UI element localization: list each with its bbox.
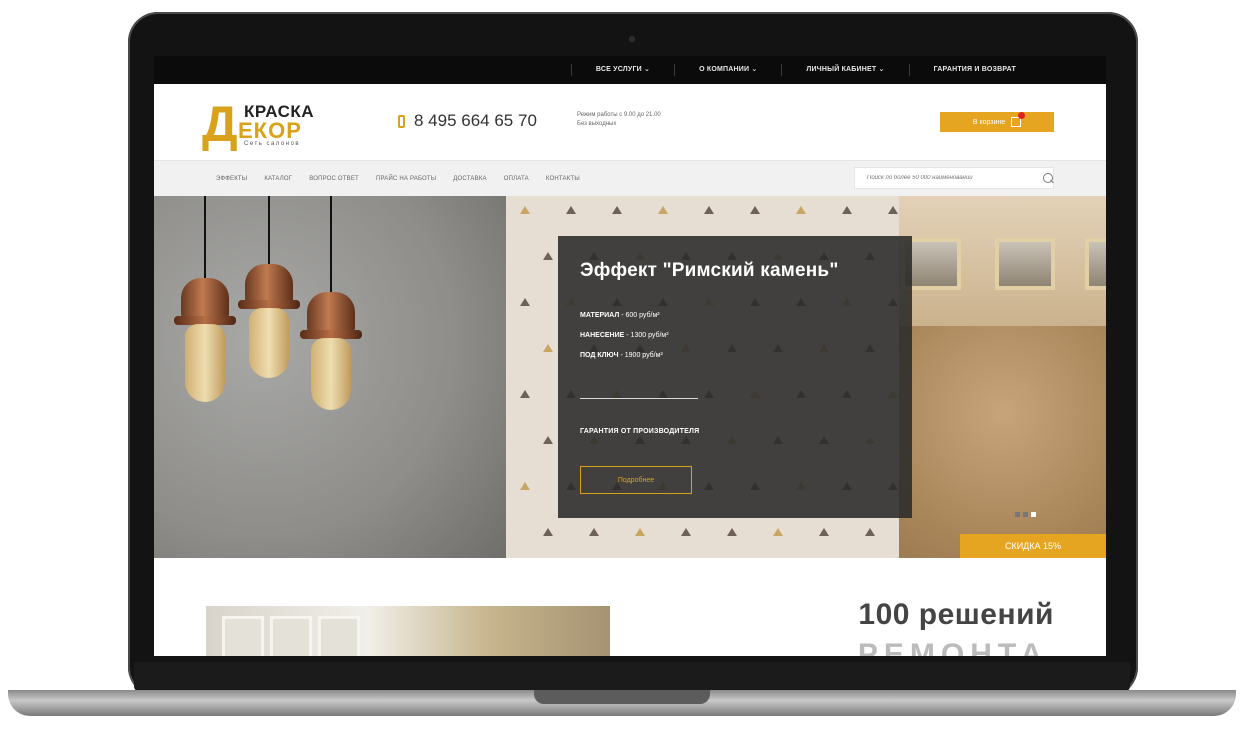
- shopping-bag-icon: [1011, 112, 1026, 127]
- triangle-ornament: [635, 528, 645, 536]
- triangle-ornament: [773, 528, 783, 536]
- triangle-ornament: [520, 390, 530, 398]
- laptop-bezel: [134, 662, 1130, 692]
- triangle-ornament: [727, 528, 737, 536]
- nav-faq[interactable]: ВОПРОС ОТВЕТ: [309, 176, 359, 182]
- phone-number[interactable]: 8 495 664 65 70: [414, 111, 537, 131]
- triangle-ornament: [704, 206, 714, 214]
- discount-badge: СКИДКА 15%: [960, 534, 1106, 558]
- triangle-ornament: [520, 206, 530, 214]
- triangle-ornament: [543, 252, 553, 260]
- section-heading: 100 решений: [858, 598, 1054, 631]
- search-input[interactable]: [855, 174, 1040, 182]
- topnav-all-services[interactable]: ВСЕ УСЛУГИ ⌄: [570, 64, 674, 76]
- picture-frame: [1085, 238, 1106, 290]
- camera-dot: [629, 36, 635, 42]
- website-screen: ВСЕ УСЛУГИ ⌄ О КОМПАНИИ ⌄ ЛИЧНЫЙ КАБИНЕТ…: [154, 56, 1106, 656]
- triangle-ornament: [520, 482, 530, 490]
- phone-block: 8 495 664 65 70: [398, 111, 537, 131]
- search-icon[interactable]: [1043, 173, 1053, 183]
- nav-delivery[interactable]: ДОСТАВКА: [453, 176, 486, 182]
- logo[interactable]: Д КРАСКА ЕКОР Сеть салонов: [202, 98, 332, 150]
- triangle-ornament: [865, 528, 875, 536]
- slider-dot-active[interactable]: [1031, 512, 1036, 517]
- picture-frame: [995, 238, 1055, 290]
- nav-payment[interactable]: ОПЛАТА: [504, 176, 529, 182]
- slider-dots: [1012, 512, 1036, 517]
- site-header: Д КРАСКА ЕКОР Сеть салонов 8 495 664 65 …: [154, 84, 1106, 160]
- laptop-notch: [534, 690, 710, 704]
- triangle-ornament: [681, 528, 691, 536]
- promo-guarantee: ГАРАНТИЯ ОТ ПРОИЗВОДИТЕЛЯ: [580, 428, 700, 435]
- triangle-ornament: [543, 528, 553, 536]
- triangle-ornament: [888, 206, 898, 214]
- cart-badge: [1018, 112, 1026, 119]
- promo-price-line: МАТЕРИАЛ - 600 руб/м²: [580, 312, 660, 319]
- topnav-account[interactable]: ЛИЧНЫЙ КАБИНЕТ ⌄: [781, 64, 908, 76]
- pendant-lamps-image: [154, 196, 506, 558]
- triangle-ornament: [796, 206, 806, 214]
- triangle-ornament: [589, 528, 599, 536]
- triangle-ornament: [612, 206, 622, 214]
- logo-tagline: Сеть салонов: [244, 141, 301, 147]
- top-bar: ВСЕ УСЛУГИ ⌄ О КОМПАНИИ ⌄ ЛИЧНЫЙ КАБИНЕТ…: [154, 56, 1106, 84]
- promo-price-line: НАНЕСЕНИЕ - 1300 руб/м²: [580, 332, 669, 339]
- triangle-ornament: [520, 298, 530, 306]
- logo-letter: Д: [202, 96, 238, 152]
- top-nav: ВСЕ УСЛУГИ ⌄ О КОМПАНИИ ⌄ ЛИЧНЫЙ КАБИНЕТ…: [570, 56, 1040, 84]
- divider: [580, 398, 698, 399]
- triangle-ornament: [750, 206, 760, 214]
- nav-catalog[interactable]: КАТАЛОГ: [264, 176, 292, 182]
- nav-effects[interactable]: ЭФФЕКТЫ: [216, 176, 247, 182]
- nav-prices[interactable]: ПРАЙС НА РАБОТЫ: [376, 176, 436, 182]
- cart-label: В корзине: [972, 118, 1006, 126]
- promo-price-line: ПОД КЛЮЧ - 1900 руб/м²: [580, 352, 663, 359]
- cart-button[interactable]: В корзине: [940, 112, 1054, 132]
- hours-line2: Без выходных: [577, 121, 617, 127]
- textured-wall-image: [899, 196, 1106, 558]
- section-subheading: РЕМОНТА: [857, 638, 1048, 656]
- promo-title: Эффект "Римский камень": [580, 260, 839, 281]
- more-button[interactable]: Подробнее: [580, 466, 692, 494]
- search-box: [854, 167, 1054, 189]
- main-nav: ЭФФЕКТЫ КАТАЛОГ ВОПРОС ОТВЕТ ПРАЙС НА РА…: [154, 160, 1106, 197]
- promo-card: Эффект "Римский камень" МАТЕРИАЛ - 600 р…: [558, 236, 912, 518]
- triangle-ornament: [543, 436, 553, 444]
- triangle-ornament: [543, 344, 553, 352]
- slider-dot[interactable]: [1015, 512, 1020, 517]
- triangle-ornament: [566, 206, 576, 214]
- interior-photo: [206, 606, 610, 656]
- content-section: 100 решений РЕМОНТА: [154, 558, 1106, 656]
- topnav-guarantee[interactable]: ГАРАНТИЯ И ВОЗВРАТ: [908, 64, 1040, 76]
- phone-icon: [398, 114, 405, 128]
- slider-dot[interactable]: [1023, 512, 1028, 517]
- working-hours: Режим работы с 9.00 до 21.00 Без выходны…: [577, 111, 661, 129]
- triangle-ornament: [819, 528, 829, 536]
- nav-contacts[interactable]: КОНТАКТЫ: [546, 176, 580, 182]
- triangle-ornament: [842, 206, 852, 214]
- triangle-ornament: [658, 206, 668, 214]
- topnav-about[interactable]: О КОМПАНИИ ⌄: [674, 64, 781, 76]
- hero-slider: Эффект "Римский камень" МАТЕРИАЛ - 600 р…: [154, 196, 1106, 558]
- hours-line1: Режим работы с 9.00 до 21.00: [577, 112, 661, 118]
